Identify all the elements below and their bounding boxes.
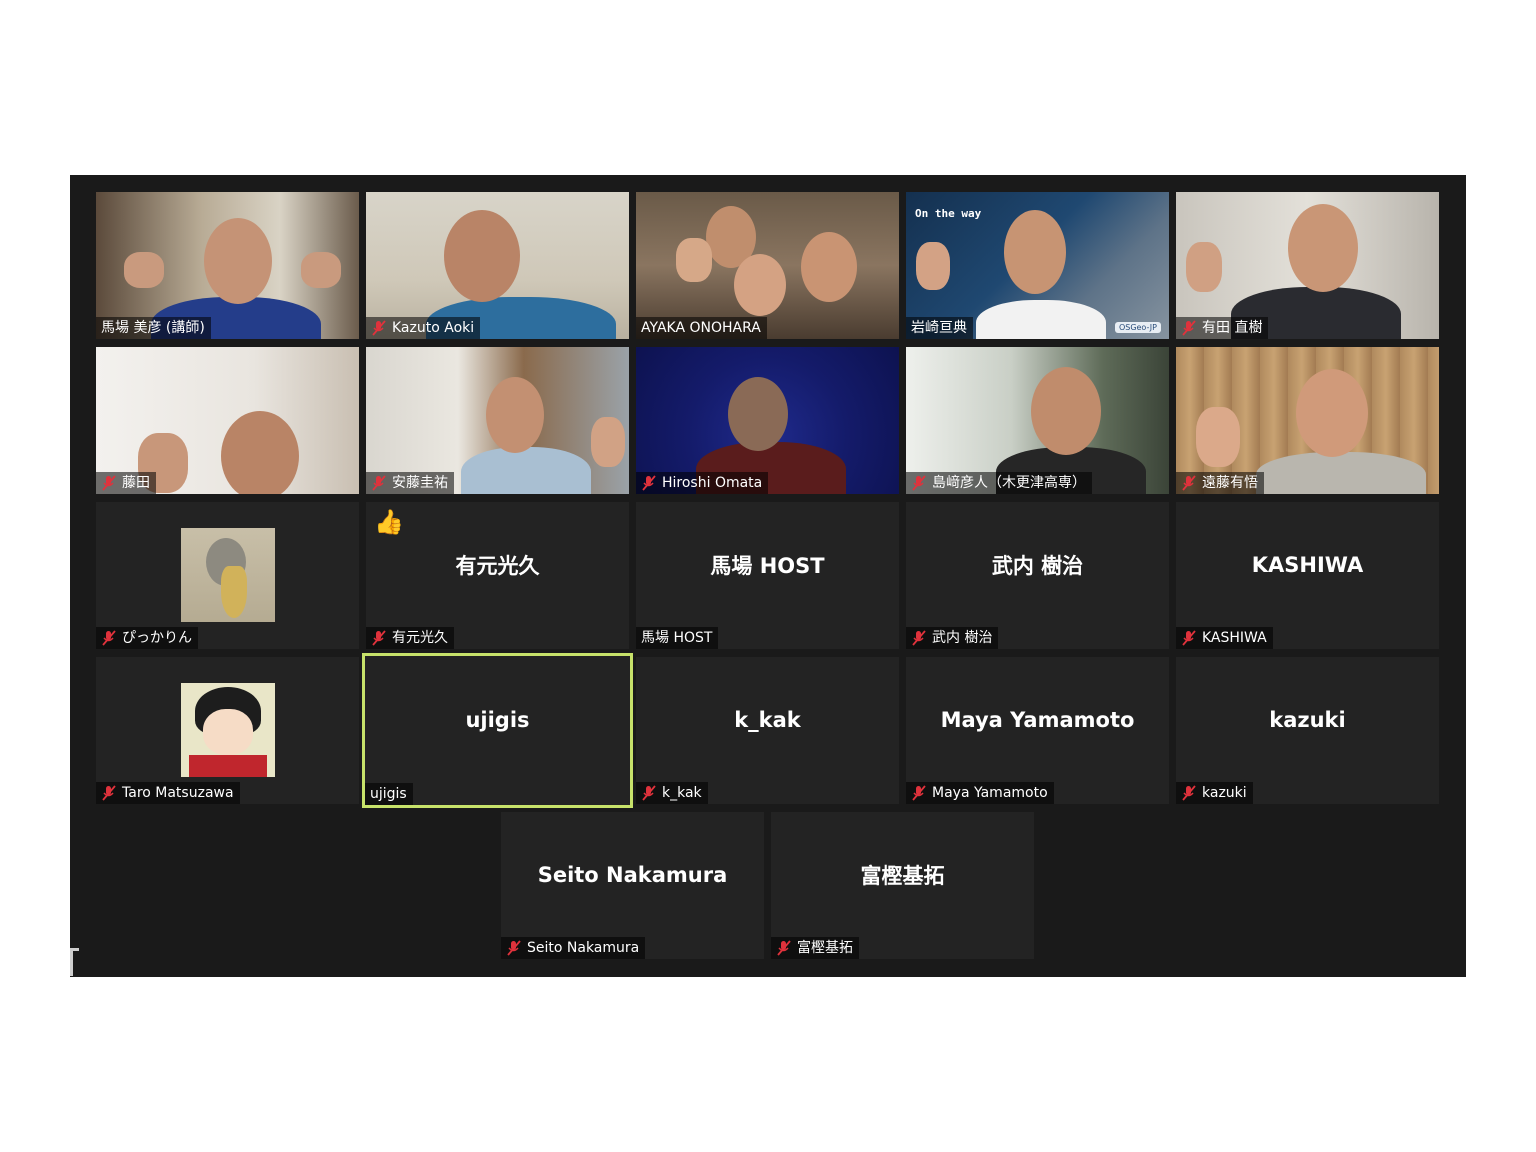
participant-display-name: 馬場 HOST xyxy=(710,553,825,578)
participant-name-label: Seito Nakamura xyxy=(501,937,646,959)
participant-name-label: Maya Yamamoto xyxy=(906,782,1054,804)
mic-muted-icon xyxy=(1181,475,1197,491)
participant-tile[interactable]: Kazuto Aoki xyxy=(366,192,629,339)
participant-name-label: KASHIWA xyxy=(1176,627,1273,649)
mic-muted-icon xyxy=(371,630,387,646)
participant-name-label: 有元光久 xyxy=(366,627,454,649)
participant-tile[interactable]: 馬場 美彦 (講師) xyxy=(96,192,359,339)
mic-muted-icon xyxy=(1181,320,1197,336)
participant-tile[interactable]: k_kak k_kak xyxy=(636,657,899,804)
window-edge-marker xyxy=(70,948,79,976)
participant-name-label: 有田 直樹 xyxy=(1176,317,1269,339)
participant-tile[interactable]: AYAKA ONOHARA xyxy=(636,192,899,339)
mic-muted-icon xyxy=(101,630,117,646)
participant-tile[interactable]: 武内 樹治 武内 樹治 xyxy=(906,502,1169,649)
mic-muted-icon xyxy=(641,475,657,491)
mic-muted-icon xyxy=(101,475,117,491)
participant-name-label: 武内 樹治 xyxy=(906,627,999,649)
participant-tile[interactable]: KASHIWA KASHIWA xyxy=(1176,502,1439,649)
participant-display-name: Maya Yamamoto xyxy=(940,707,1135,732)
mic-muted-icon xyxy=(371,320,387,336)
mic-muted-icon xyxy=(101,785,117,801)
participant-display-name: ujigis xyxy=(465,707,530,732)
participant-name-label: ぴっかりん xyxy=(96,627,198,649)
mic-muted-icon xyxy=(641,785,657,801)
mic-muted-icon xyxy=(911,630,927,646)
participant-display-name: 武内 樹治 xyxy=(991,553,1084,578)
participant-tile[interactable]: Taro Matsuzawa xyxy=(96,657,359,804)
participant-tile-active-speaker[interactable]: ujigis ujigis xyxy=(362,653,633,808)
participant-tile[interactable]: 👍 有元光久 有元光久 xyxy=(366,502,629,649)
banner-text: On the way xyxy=(915,207,982,220)
participant-tile[interactable]: 富樫基拓 富樫基拓 xyxy=(771,812,1034,959)
participant-display-name: k_kak xyxy=(734,707,801,732)
participant-tile[interactable]: Maya Yamamoto Maya Yamamoto xyxy=(906,657,1169,804)
participant-name-label: 岩崎亘典 xyxy=(906,317,973,339)
participant-display-name: kazuki xyxy=(1269,707,1346,732)
participant-tile[interactable]: On the way OSGeo-JP 岩崎亘典 xyxy=(906,192,1169,339)
participant-name-label: kazuki xyxy=(1176,782,1253,804)
participant-name-label: 島﨑彦人（木更津高専） xyxy=(906,472,1092,494)
mic-muted-icon xyxy=(1181,630,1197,646)
participant-display-name: 有元光久 xyxy=(455,553,540,578)
participant-name-label: k_kak xyxy=(636,782,708,804)
participant-tile[interactable]: 馬場 HOST 馬場 HOST xyxy=(636,502,899,649)
mic-muted-icon xyxy=(776,940,792,956)
participant-name-label: 藤田 xyxy=(96,472,156,494)
participant-tile[interactable]: 遠藤有悟 xyxy=(1176,347,1439,494)
participant-display-name: 富樫基拓 xyxy=(860,863,945,888)
mic-muted-icon xyxy=(911,785,927,801)
participant-tile[interactable]: Seito Nakamura Seito Nakamura xyxy=(501,812,764,959)
mic-muted-icon xyxy=(911,475,927,491)
participant-name-label: 馬場 HOST xyxy=(636,627,719,649)
participant-name-label: 馬場 美彦 (講師) xyxy=(96,317,211,339)
osgeo-logo: OSGeo-JP xyxy=(1114,322,1161,333)
participant-name-label: Kazuto Aoki xyxy=(366,317,481,339)
participant-name-label: 安藤圭祐 xyxy=(366,472,454,494)
anime-character-avatar xyxy=(181,683,275,777)
participant-tile[interactable]: 安藤圭祐 xyxy=(366,347,629,494)
participant-name-label: Hiroshi Omata xyxy=(636,472,769,494)
participant-name-label: ujigis xyxy=(365,783,413,805)
participant-tile[interactable]: Hiroshi Omata xyxy=(636,347,899,494)
participant-display-name: KASHIWA xyxy=(1251,552,1364,577)
participant-name-label: 遠藤有悟 xyxy=(1176,472,1264,494)
participant-tile[interactable]: ぴっかりん xyxy=(96,502,359,649)
participant-tile[interactable]: 藤田 xyxy=(96,347,359,494)
participant-name-label: AYAKA ONOHARA xyxy=(636,317,767,339)
shoebill-avatar xyxy=(181,528,275,622)
participant-name-label: 富樫基拓 xyxy=(771,937,859,959)
participant-tile[interactable]: kazuki kazuki xyxy=(1176,657,1439,804)
mic-muted-icon xyxy=(1181,785,1197,801)
participant-name-label: Taro Matsuzawa xyxy=(96,782,240,804)
participant-tile[interactable]: 有田 直樹 xyxy=(1176,192,1439,339)
mic-muted-icon xyxy=(371,475,387,491)
mic-muted-icon xyxy=(506,940,522,956)
participant-tile[interactable]: 島﨑彦人（木更津高専） xyxy=(906,347,1169,494)
meeting-gallery-view: 馬場 美彦 (講師) Kazuto Aoki AYAKA ONOHARA On … xyxy=(70,175,1466,977)
participant-display-name: Seito Nakamura xyxy=(537,862,728,887)
